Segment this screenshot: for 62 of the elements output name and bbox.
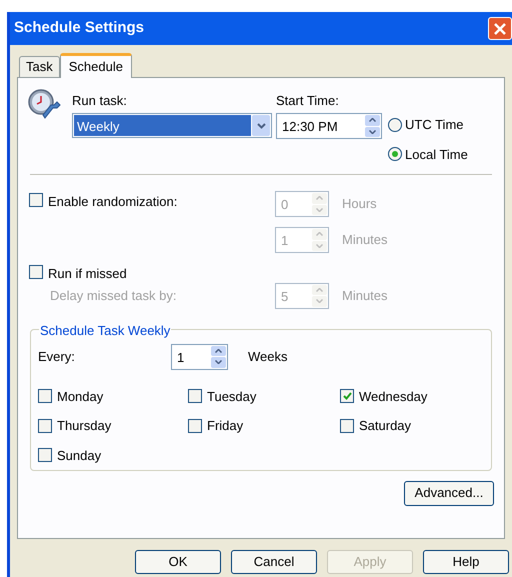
spin-down-button[interactable] [211,357,226,368]
radio-button[interactable] [388,147,402,162]
day-label: Saturday [359,417,412,435]
checkbox-label: Enable randomization: [48,193,178,211]
caret-down-icon [316,208,323,212]
radio-label: Local Time [405,146,468,164]
every-label: Every: [38,348,76,366]
checkbox[interactable] [29,193,43,207]
caret-down-icon [369,130,376,134]
day-label: Friday [207,417,244,435]
spin-field[interactable]: 1 [171,344,228,370]
spin-down-button[interactable] [365,126,380,137]
day-label: Thursday [57,417,112,435]
checkbox[interactable] [38,389,52,404]
delay-label: Delay missed task by: [50,286,178,305]
caret-up-icon [316,232,323,236]
caret-down-icon [316,299,323,304]
weeks-label: Weeks [248,348,288,366]
radio-label: UTC Time [405,116,464,134]
dropdown-value: Weekly [74,115,251,136]
unit-label: Hours [342,195,377,214]
run-task-dropdown[interactable]: Weekly [72,113,272,138]
checkbox-label: Run if missed [48,265,127,283]
caret-up-icon [316,288,323,292]
tab[interactable]: Schedule [60,53,132,78]
checkbox[interactable] [38,448,52,462]
radio-button[interactable] [388,118,402,132]
caret-down-icon [215,360,222,364]
start-time-label: Start Time: [276,92,340,110]
spin-value: 5 [280,288,290,306]
checkbox[interactable] [38,418,52,433]
unit-label: Minutes [342,286,388,305]
day-label: Wednesday [359,388,428,406]
dialog-button[interactable]: OK [135,550,221,574]
day-label: Monday [57,388,104,406]
spin-up-button[interactable] [211,346,226,356]
spin-value: 0 [280,196,290,214]
unit-label: Minutes [342,231,388,250]
checkbox[interactable] [340,389,354,404]
caret-up-icon [369,118,376,122]
spin-value: 1 [280,232,290,250]
run-task-label: Run task: [72,92,128,110]
checkbox[interactable] [340,418,354,433]
day-label: Sunday [57,446,102,465]
check-icon [342,392,352,400]
checkbox[interactable] [188,418,202,433]
spin-value: 1 [176,348,186,366]
advanced-button[interactable]: Advanced... [404,480,494,506]
dialog-button[interactable]: Cancel [231,550,317,574]
dialog-button[interactable]: Help [423,550,509,574]
spin-field[interactable]: 12:30 PM [276,113,382,139]
day-label: Tuesday [207,388,256,406]
spin-value: 12:30 PM [281,118,339,136]
tab[interactable]: Task [19,56,60,77]
close-button[interactable] [488,17,512,40]
caret-up-icon [316,196,323,200]
caret-down-icon [316,244,323,248]
close-icon [494,22,506,34]
window-title: Schedule Settings [14,18,144,38]
caret-up-icon [215,348,222,353]
spin-up-button[interactable] [365,115,380,126]
checkbox[interactable] [188,389,202,404]
